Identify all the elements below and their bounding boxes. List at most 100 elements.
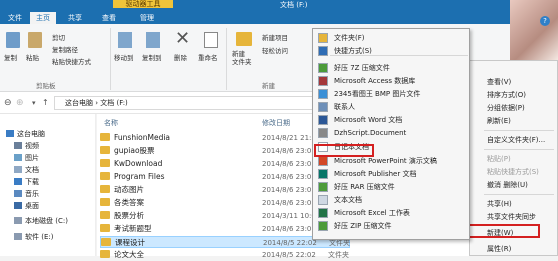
tab-manage[interactable]: 管理	[134, 12, 160, 24]
new-item-type-icon	[318, 102, 328, 112]
new-folder-icon[interactable]	[236, 32, 252, 46]
drive-icon	[14, 233, 22, 240]
context-item-customize[interactable]: 自定义文件夹(F)...	[487, 134, 545, 146]
tab-view[interactable]: 查看	[96, 12, 122, 24]
copy-path-button[interactable]: 复制路径	[52, 44, 78, 54]
folder-icon	[101, 238, 111, 246]
address-bar[interactable]: 这台电脑 › 文档 (F:)	[54, 96, 344, 110]
move-to-button[interactable]: 移动到	[114, 52, 134, 62]
tab-home[interactable]: 主页	[30, 12, 56, 24]
new-submenu-item[interactable]: Microsoft Excel 工作表	[334, 207, 410, 219]
pictures-icon	[14, 154, 22, 161]
nav-item-desktop[interactable]: 桌面	[14, 200, 39, 212]
new-item-type-icon	[318, 169, 328, 179]
copy-button-label[interactable]: 复制	[4, 52, 17, 62]
context-item-properties[interactable]: 属性(R)	[487, 243, 511, 255]
new-item-type-icon	[318, 128, 328, 138]
new-item-button[interactable]: 新建项目	[262, 32, 288, 42]
context-item-share[interactable]: 共享(H)	[487, 198, 512, 210]
paste-shortcut-button[interactable]: 粘贴快捷方式	[52, 56, 91, 66]
new-item-type-icon	[318, 156, 328, 166]
context-item-view[interactable]: 查看(V)	[487, 76, 511, 88]
context-item-paste[interactable]: 粘贴(P)	[487, 153, 511, 165]
tab-file[interactable]: 文件	[4, 12, 26, 24]
drive-icon	[14, 217, 22, 224]
file-row[interactable]: 论文大全 2014/8/5 22:02 文件夹	[100, 249, 350, 261]
back-icon[interactable]: ⊖	[4, 98, 12, 108]
nav-item-videos[interactable]: 视频	[14, 140, 39, 152]
new-item-type-icon	[318, 115, 328, 125]
context-item-refresh[interactable]: 刷新(E)	[487, 115, 511, 127]
folder-icon	[100, 250, 110, 258]
paste-button-label[interactable]: 粘贴	[26, 52, 39, 62]
help-icon[interactable]: ?	[540, 16, 550, 26]
nav-item-downloads[interactable]: 下载	[14, 176, 39, 188]
folder-icon	[100, 185, 110, 193]
new-submenu-item[interactable]: DzhScript.Document	[334, 127, 406, 139]
nav-item-pictures[interactable]: 图片	[14, 152, 39, 164]
nav-item-drive-c[interactable]: 本地磁盘 (C:)	[14, 215, 68, 227]
new-submenu-item[interactable]: 好压 RAR 压缩文件	[334, 181, 395, 193]
rename-button[interactable]: 重命名	[198, 52, 218, 62]
window-title: 文档 (F:)	[280, 1, 308, 9]
new-folder-button[interactable]: 新建 文件夹	[232, 50, 258, 66]
menu-separator	[484, 194, 554, 195]
tab-share[interactable]: 共享	[62, 12, 88, 24]
new-submenu-item[interactable]: Microsoft Word 文档	[334, 114, 402, 126]
column-header-name[interactable]: 名称	[104, 118, 118, 128]
folder-icon	[100, 133, 110, 141]
cut-button[interactable]: 剪切	[52, 32, 65, 42]
context-item-paste-shortcut[interactable]: 粘贴快捷方式(S)	[487, 166, 539, 178]
diary-document-highlight	[314, 144, 374, 157]
column-header-date[interactable]: 修改日期	[262, 118, 290, 128]
new-item-type-icon	[318, 221, 328, 231]
nav-item-documents[interactable]: 文档	[14, 164, 39, 176]
context-item-group-by[interactable]: 分组依据(P)	[487, 102, 525, 114]
music-icon	[14, 190, 22, 197]
new-item-type-icon	[318, 208, 328, 218]
recent-locations-icon[interactable]: ▾	[32, 99, 36, 107]
context-item-sort-by[interactable]: 排序方式(O)	[487, 89, 526, 101]
new-submenu-item[interactable]: 好压 7Z 压缩文件	[334, 62, 390, 74]
new-item-type-icon	[318, 63, 328, 73]
folder-icon	[100, 146, 110, 154]
new-submenu-item[interactable]: Microsoft Access 数据库	[334, 75, 415, 87]
copy-icon[interactable]	[6, 32, 20, 48]
new-item-type-icon	[318, 76, 328, 86]
new-item-type-icon	[318, 89, 328, 99]
easy-access-button[interactable]: 轻松访问	[262, 45, 288, 55]
new-submenu-item[interactable]: 联系人	[334, 101, 355, 113]
folder-icon	[100, 211, 110, 219]
move-to-icon[interactable]	[118, 32, 132, 48]
new-submenu-item[interactable]: 好压 ZIP 压缩文件	[334, 220, 392, 232]
clipboard-group-label: 剪贴板	[36, 82, 56, 90]
computer-icon	[6, 130, 14, 137]
documents-icon	[14, 166, 22, 173]
nav-item-this-pc[interactable]: 这台电脑	[6, 128, 45, 140]
nav-item-music[interactable]: 音乐	[14, 188, 39, 200]
desktop-wallpaper-photo	[510, 0, 558, 60]
copy-to-icon[interactable]	[146, 32, 160, 48]
delete-button[interactable]: 删除	[174, 52, 187, 62]
context-item-undo-delete[interactable]: 撤消 删除(U)	[487, 179, 528, 191]
new-submenu-item[interactable]: 文件夹(F)	[334, 32, 365, 44]
new-submenu-item[interactable]: Microsoft Publisher 文档	[334, 168, 416, 180]
context-item-sync-share[interactable]: 共享文件夹同步	[487, 211, 536, 223]
menu-separator	[484, 149, 554, 150]
menu-separator	[484, 130, 554, 131]
drive-tools-context-tab[interactable]: 驱动器工具	[113, 0, 173, 8]
copy-to-button[interactable]: 复制到	[142, 52, 162, 62]
desktop-icon	[14, 202, 22, 209]
paste-icon[interactable]	[28, 32, 42, 48]
rename-icon[interactable]	[204, 32, 218, 48]
new-submenu-item[interactable]: 文本文档	[334, 194, 362, 206]
title-bar	[0, 0, 510, 10]
folder-icon	[100, 172, 110, 180]
delete-icon[interactable]: ✕	[175, 30, 190, 48]
new-submenu-item[interactable]: 2345看图王 BMP 图片文件	[334, 88, 420, 100]
nav-item-drive-e[interactable]: 软件 (E:)	[14, 231, 53, 243]
videos-icon	[14, 142, 22, 149]
forward-icon[interactable]: ⊕	[16, 98, 24, 108]
menu-separator	[330, 55, 468, 56]
up-icon[interactable]: ↑	[42, 98, 49, 107]
